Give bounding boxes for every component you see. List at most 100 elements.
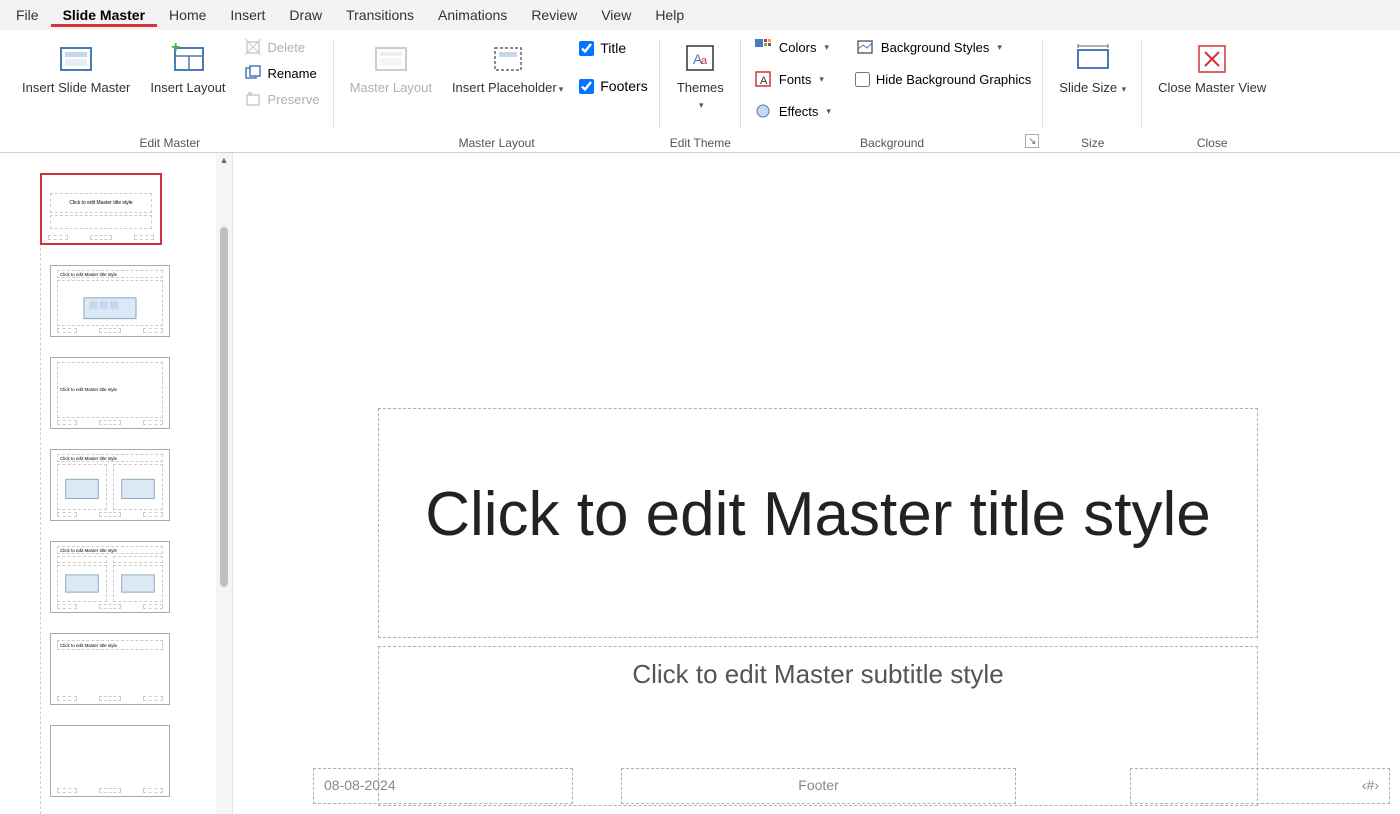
effects-icon [755, 102, 773, 120]
insert-placeholder-label: Insert Placeholder▾ [452, 80, 563, 96]
colors-icon [755, 38, 773, 56]
insert-layout-button[interactable]: + Insert Layout [144, 36, 231, 100]
thumbnail-layout-1[interactable]: Click to edit Master title style [50, 265, 170, 337]
menu-draw[interactable]: Draw [277, 3, 334, 27]
close-icon [1192, 40, 1232, 78]
title-placeholder[interactable]: Click to edit Master title style [378, 408, 1258, 638]
colors-label: Colors [779, 40, 817, 55]
slide-number-text: ‹#› [1362, 777, 1379, 793]
menu-transitions[interactable]: Transitions [334, 3, 426, 27]
ribbon-group-size: Slide Size ▾ Size [1043, 32, 1142, 152]
themes-icon: Aa [680, 40, 720, 78]
title-checkbox[interactable]: Title [577, 36, 649, 60]
hide-bg-label: Hide Background Graphics [876, 72, 1031, 87]
rename-icon [244, 64, 262, 82]
thumbnail-layout-5[interactable]: Click to edit Master title style [50, 633, 170, 705]
effects-label: Effects [779, 104, 819, 119]
date-placeholder[interactable]: 08-08-2024 [313, 768, 573, 804]
delete-icon [244, 38, 262, 56]
thumbnail-layout-6[interactable] [50, 725, 170, 797]
svg-text:+: + [171, 39, 180, 56]
hide-bg-checkbox[interactable]: Hide Background Graphics [853, 68, 1033, 91]
subtitle-placeholder-text: Click to edit Master subtitle style [379, 659, 1257, 690]
chevron-down-icon: ▾ [997, 42, 1002, 53]
themes-label: Themes▾ [677, 80, 724, 111]
insert-layout-icon: + [168, 40, 208, 78]
rename-button[interactable]: Rename [240, 62, 324, 84]
themes-button[interactable]: Aa Themes▾ [671, 36, 730, 115]
chevron-down-icon: ▾ [559, 84, 564, 94]
thumbnail-layout-2[interactable]: Click to edit Master title style [50, 357, 170, 429]
ribbon-group-edit-theme: Aa Themes▾ Edit Theme [660, 32, 741, 152]
background-styles-button[interactable]: Background Styles ▾ [853, 36, 1033, 58]
menu-review[interactable]: Review [519, 3, 589, 27]
close-master-label: Close Master View [1158, 80, 1266, 96]
title-cb-label: Title [600, 40, 626, 56]
close-master-view-button[interactable]: Close Master View [1152, 36, 1272, 100]
svg-text:A: A [760, 75, 768, 87]
footers-checkbox-input[interactable] [579, 79, 594, 94]
colors-button[interactable]: Colors ▾ [751, 36, 835, 58]
master-slide: Click to edit Master title style Click t… [233, 153, 1400, 814]
insert-placeholder-icon [488, 40, 528, 78]
menu-home[interactable]: Home [157, 3, 218, 27]
delete-label: Delete [268, 40, 306, 55]
menu-insert[interactable]: Insert [218, 3, 277, 27]
slide-size-icon [1073, 40, 1113, 78]
footer-placeholder[interactable]: Footer [621, 768, 1016, 804]
ribbon-group-edit-master: Insert Slide Master + Insert Layout Dele… [6, 32, 334, 152]
bg-styles-label: Background Styles [881, 40, 989, 55]
close-group-label: Close [1197, 132, 1228, 152]
master-layout-icon [371, 40, 411, 78]
ribbon-group-background: Colors ▾ A Fonts ▾ Effects ▾ Background [741, 32, 1043, 152]
master-layout-group-label: Master Layout [459, 132, 535, 152]
delete-button: Delete [240, 36, 324, 58]
background-dialog-launcher[interactable]: ↘ [1025, 134, 1039, 148]
size-group-label: Size [1081, 132, 1104, 152]
insert-placeholder-button[interactable]: Insert Placeholder▾ [446, 36, 569, 100]
ribbon-group-master-layout: Master Layout Insert Placeholder▾ Title … [334, 32, 660, 152]
preserve-label: Preserve [268, 92, 320, 107]
rename-label: Rename [268, 66, 317, 81]
thumbnail-scrollbar[interactable]: ▲ [216, 153, 232, 814]
fonts-button[interactable]: A Fonts ▾ [751, 68, 835, 90]
master-layout-label: Master Layout [350, 80, 432, 96]
chevron-down-icon: ▾ [819, 74, 824, 85]
edit-theme-group-label: Edit Theme [670, 132, 731, 152]
chevron-down-icon: ▾ [824, 42, 829, 53]
slide-canvas-area[interactable]: Click to edit Master title style Click t… [232, 153, 1400, 814]
hide-bg-checkbox-input[interactable] [855, 72, 870, 87]
slide-number-placeholder[interactable]: ‹#› [1130, 768, 1390, 804]
effects-button[interactable]: Effects ▾ [751, 100, 835, 122]
menu-slide-master[interactable]: Slide Master [51, 3, 157, 27]
background-group-label: Background [860, 132, 924, 152]
thumbnail-layout-4[interactable]: Click to edit Master title style [50, 541, 170, 613]
title-placeholder-text: Click to edit Master title style [379, 479, 1257, 550]
chevron-down-icon: ▾ [826, 106, 831, 117]
footer-text: Footer [798, 777, 838, 793]
menu-animations[interactable]: Animations [426, 3, 519, 27]
menu-help[interactable]: Help [643, 3, 696, 27]
preserve-icon [244, 90, 262, 108]
slide-size-label: Slide Size ▾ [1059, 80, 1126, 96]
footers-checkbox[interactable]: Footers [577, 74, 649, 98]
menu-bar: File Slide Master Home Insert Draw Trans… [0, 0, 1400, 30]
menu-view[interactable]: View [589, 3, 643, 27]
workspace: Click to edit Master title style Click t… [0, 153, 1400, 814]
thumbnail-master-slide[interactable]: Click to edit Master title style [40, 173, 162, 245]
title-checkbox-input[interactable] [579, 41, 594, 56]
master-layout-button: Master Layout [344, 36, 438, 100]
footers-cb-label: Footers [600, 78, 647, 94]
thumbnail-layout-3[interactable]: Click to edit Master title style [50, 449, 170, 521]
chevron-down-icon: ▾ [699, 100, 704, 110]
insert-slide-master-button[interactable]: Insert Slide Master [16, 36, 136, 100]
scrollbar-thumb[interactable] [220, 227, 228, 587]
thumb-indent-line [40, 213, 41, 814]
chevron-down-icon: ▾ [1119, 84, 1126, 94]
ribbon-group-close: Close Master View Close [1142, 32, 1282, 152]
edit-master-group-label: Edit Master [139, 132, 200, 152]
date-text: 08-08-2024 [324, 777, 396, 793]
slide-size-button[interactable]: Slide Size ▾ [1053, 36, 1132, 100]
menu-file[interactable]: File [4, 3, 51, 27]
scroll-up-icon[interactable]: ▲ [217, 153, 231, 167]
